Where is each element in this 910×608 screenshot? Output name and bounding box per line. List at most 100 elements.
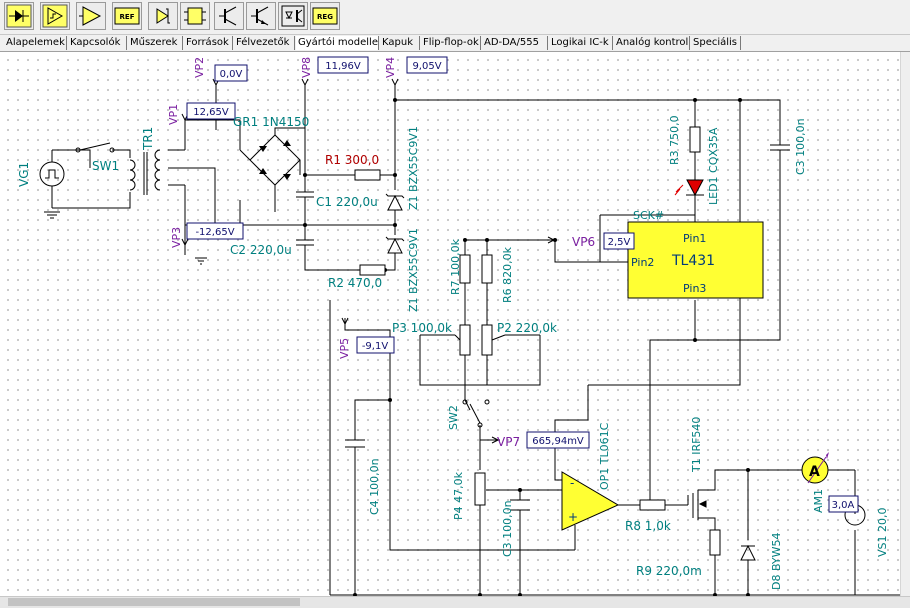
vg1-label: VG1 xyxy=(17,162,31,187)
p2-potentiometer[interactable] xyxy=(481,324,493,356)
t1-label: T1 IRF540 xyxy=(690,417,703,473)
tab-analog-kontroll[interactable]: Analóg kontroll xyxy=(614,36,690,50)
tl431-name: TL431 xyxy=(671,253,715,269)
d8-label: D8 BYW54 xyxy=(770,532,783,590)
c2-label: C2 220,0u xyxy=(230,243,292,257)
tab-kapuk[interactable]: Kapuk xyxy=(380,36,420,50)
r6-resistor[interactable] xyxy=(481,254,493,284)
component-toolbar: REF REG xyxy=(0,0,910,35)
schmitt-component-button[interactable] xyxy=(40,2,70,30)
c4-capacitor[interactable] xyxy=(345,439,365,490)
vp7-label: VP7 xyxy=(497,435,520,449)
tab-flip-flop-ok[interactable]: Flip-flop-ok xyxy=(421,36,481,50)
horizontal-scroll-thumb[interactable] xyxy=(8,598,300,606)
tab-alapelemek[interactable]: Alapelemek xyxy=(4,36,67,50)
vp6-reading: 2,5V xyxy=(608,237,631,248)
vp6-label: VP6 xyxy=(572,235,595,249)
r8-label: R8 1,0k xyxy=(625,519,671,533)
op1-label: OP1 TL061C xyxy=(598,422,611,490)
r3-resistor[interactable] xyxy=(689,126,701,153)
tab-felvezetok[interactable]: Félvezetők xyxy=(234,36,295,50)
z1-top-label: Z1 BZX55C9V1 xyxy=(407,126,420,210)
amplifier-component-button[interactable] xyxy=(76,2,106,30)
c1-label: C1 220,0u xyxy=(316,195,378,209)
p4-label: P4 47,0k xyxy=(452,471,465,520)
vp8-label: VP8 xyxy=(300,57,313,78)
vp1-reading: 12,65V xyxy=(193,107,229,118)
amplifier-component-icon xyxy=(79,6,102,26)
r2-label: R2 470,0 xyxy=(328,276,382,290)
tab-specialis[interactable]: Speciális xyxy=(691,36,741,50)
p4-potentiometer[interactable] xyxy=(474,472,486,506)
z1-bottom-label: Z1 BZX55C9V1 xyxy=(407,228,420,312)
tab-ad-da-555[interactable]: AD-DA/555 xyxy=(482,36,548,50)
c3-capacitor-top[interactable] xyxy=(770,144,790,160)
tab-muszerek[interactable]: Műszerek xyxy=(128,36,183,50)
vp2-label: VP2 xyxy=(193,57,206,78)
tr1-label: TR1 xyxy=(141,127,155,151)
zener-component-button[interactable] xyxy=(148,2,178,30)
tab-kapcsolok[interactable]: Kapcsolók xyxy=(68,36,127,50)
r6-label: R6 820,0k xyxy=(501,246,514,303)
p3-potentiometer[interactable] xyxy=(459,324,471,356)
opamp-minus-sign: - xyxy=(570,476,574,490)
optocoupler-icon xyxy=(281,5,305,27)
regulator-component-button[interactable]: REG xyxy=(310,2,340,30)
regulator-component-icon: REG xyxy=(312,7,338,25)
vp3-label: VP3 xyxy=(170,227,183,248)
vp3-reading: -12,65V xyxy=(195,227,234,238)
tl431-pin3: Pin3 xyxy=(683,282,706,295)
r3-label: R3 750,0 xyxy=(668,115,681,165)
gr1-label: GR1 1N4150 xyxy=(233,115,309,129)
tl431-pin2: Pin2 xyxy=(631,256,654,269)
pnp-transistor-button[interactable] xyxy=(246,2,276,30)
r2-resistor[interactable] xyxy=(359,264,386,276)
sck-label: SCK# xyxy=(633,209,664,222)
diode-component-button[interactable] xyxy=(4,2,34,30)
r1-resistor[interactable] xyxy=(354,169,381,181)
component-tab-bar: Alapelemek Kapcsolók Műszerek Források F… xyxy=(0,35,910,52)
npn-transistor-button[interactable] xyxy=(214,2,244,30)
ammeter-glyph: A xyxy=(809,464,820,480)
ic-component-button[interactable] xyxy=(180,2,210,30)
vp8-reading: 11,96V xyxy=(325,61,361,72)
t1-mosfet[interactable] xyxy=(697,490,707,520)
tab-logikai-ic-k[interactable]: Logikai IC-k xyxy=(549,36,613,50)
tr1-transformer[interactable] xyxy=(129,149,161,195)
c3-bottom-label: C3 100,0n xyxy=(501,500,514,557)
led1-label: LED1 CQX35A xyxy=(707,127,720,205)
tab-forrasok[interactable]: Források xyxy=(184,36,233,50)
tab-gyartoi-modellek[interactable]: Gyártói modellek xyxy=(296,36,379,50)
vertical-scrollbar[interactable] xyxy=(900,52,910,596)
sw2-label: SW2 xyxy=(447,405,460,430)
vp4-reading: 9,05V xyxy=(412,61,441,72)
reference-component-button[interactable]: REF xyxy=(112,2,142,30)
am1-label: AM1 xyxy=(812,489,825,513)
opamp-plus-sign: + xyxy=(568,510,578,524)
p3-label: P3 100,0k xyxy=(392,321,452,335)
ic-component-icon xyxy=(184,7,206,25)
d8-diode[interactable] xyxy=(740,544,756,561)
schematic-canvas[interactable]: 0,0V 11,96V 9,05V 12,65V -12,65V -9,1V 2… xyxy=(0,52,910,596)
svg-text:REF: REF xyxy=(120,13,135,21)
r8-resistor[interactable] xyxy=(639,499,666,511)
vp7-reading: 665,94mV xyxy=(532,436,584,447)
vp2-reading: 0,0V xyxy=(220,69,243,80)
schematic-drawing: 0,0V 11,96V 9,05V 12,65V -12,65V -9,1V 2… xyxy=(17,56,900,596)
vs1-label: VS1 20,0 xyxy=(876,508,889,558)
c4-label: C4 100,0n xyxy=(368,458,381,515)
optocoupler-button[interactable] xyxy=(278,2,308,30)
gr1-bridge[interactable] xyxy=(259,140,291,180)
horizontal-scrollbar[interactable] xyxy=(0,596,910,608)
vp1-label: VP1 xyxy=(167,104,180,125)
r9-resistor[interactable] xyxy=(709,529,721,556)
schmitt-component-icon xyxy=(42,4,68,28)
r1-label: R1 300,0 xyxy=(325,153,379,167)
pnp-transistor-icon xyxy=(251,6,269,26)
sw1-switch[interactable] xyxy=(75,142,115,153)
ground-symbol-tr1 xyxy=(195,257,207,265)
led1-diode[interactable] xyxy=(674,179,704,197)
c3-top-label: C3 100,0n xyxy=(794,118,807,175)
r7-label: R7 100,0k xyxy=(449,238,462,295)
reference-component-icon: REF xyxy=(114,7,140,25)
